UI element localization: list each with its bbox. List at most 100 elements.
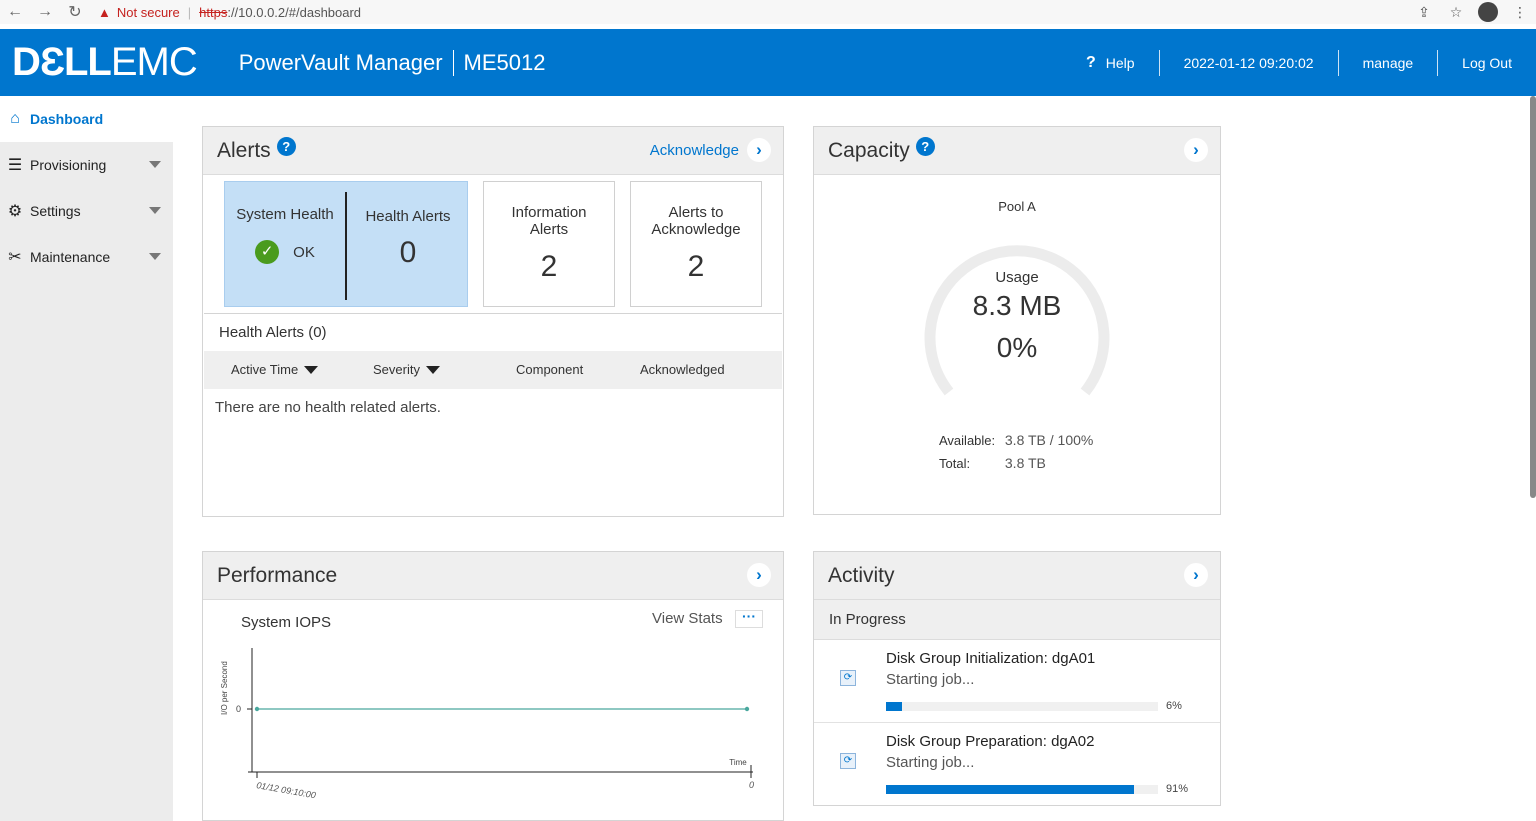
activity-job[interactable]: ⟳ Disk Group Initialization: dgA01 Start… bbox=[814, 640, 1220, 722]
job-progress-bar bbox=[886, 702, 1158, 711]
sidebar-item-provisioning[interactable]: ☰ Provisioning bbox=[0, 142, 173, 188]
usage-label: Usage bbox=[995, 269, 1039, 286]
alerts-panel: Alerts ? Acknowledge › System Health ✓ O… bbox=[202, 126, 784, 517]
total-value: 3.8 TB bbox=[1004, 455, 1046, 471]
page-scrollbar[interactable] bbox=[1530, 96, 1536, 498]
help-label: Help bbox=[1105, 54, 1135, 71]
y-tick-label: 0 bbox=[236, 704, 241, 714]
acknowledge-link[interactable]: Acknowledge bbox=[650, 142, 739, 159]
column-acknowledged[interactable]: Acknowledged bbox=[640, 362, 725, 377]
column-active-time[interactable]: Active Time bbox=[231, 362, 319, 377]
total-label: Total: bbox=[939, 456, 971, 471]
browser-toolbar: ← → ↻ ▲ Not secure | https://10.0.0.2/#/… bbox=[0, 0, 1536, 24]
share-icon[interactable]: ⇪ bbox=[1408, 4, 1440, 21]
health-alerts-table-title: Health Alerts (0) bbox=[204, 313, 782, 351]
chevron-down-icon bbox=[149, 161, 161, 168]
job-title: Disk Group Preparation: dgA02 bbox=[886, 733, 1095, 750]
column-label: Severity bbox=[373, 362, 420, 377]
chevron-right-icon[interactable]: › bbox=[1184, 138, 1208, 162]
reload-icon[interactable]: ↻ bbox=[60, 2, 90, 22]
header-divider bbox=[452, 49, 454, 76]
view-stats-label: View Stats bbox=[652, 610, 723, 627]
more-options-button[interactable]: ··· bbox=[735, 609, 763, 628]
header-separator bbox=[1337, 49, 1339, 76]
alerts-to-acknowledge-count: 2 bbox=[687, 250, 705, 283]
column-label: Active Time bbox=[231, 362, 299, 377]
home-icon: ⌂ bbox=[10, 110, 20, 127]
health-summary-tile[interactable]: System Health ✓ OK Health Alerts 0 bbox=[224, 181, 468, 307]
health-alerts-label: Health Alerts bbox=[365, 208, 451, 225]
usage-value: 8.3 MB bbox=[972, 290, 1062, 321]
url-scheme: https bbox=[199, 4, 228, 20]
star-icon[interactable]: ☆ bbox=[1440, 4, 1472, 21]
total-row: Total: 3.8 TB bbox=[939, 455, 1046, 471]
system-health-value: OK bbox=[293, 243, 315, 261]
job-status: Starting job... bbox=[886, 671, 975, 688]
column-label: Component bbox=[516, 362, 584, 377]
sidebar-item-label: Provisioning bbox=[30, 157, 107, 173]
capacity-title: Capacity bbox=[828, 138, 910, 162]
header-separator bbox=[1158, 49, 1160, 76]
column-component[interactable]: Component bbox=[516, 362, 583, 377]
health-alerts-table-header: Active Time Severity Component Acknowled… bbox=[204, 351, 782, 389]
information-alerts-count: 2 bbox=[540, 250, 558, 283]
dell-emc-logo: DƐLLEMC bbox=[12, 40, 198, 84]
performance-header: Performance › bbox=[203, 552, 783, 600]
column-label: Acknowledged bbox=[640, 362, 725, 377]
job-progress-percent: 91% bbox=[1166, 783, 1189, 795]
activity-header: Activity › bbox=[814, 552, 1220, 600]
sidebar-item-maintenance[interactable]: ✂ Maintenance bbox=[0, 234, 173, 280]
database-icon: ☰ bbox=[7, 157, 23, 174]
available-value: 3.8 TB / 100% bbox=[1004, 432, 1094, 448]
header-datetime: 2022-01-12 09:20:02 bbox=[1183, 54, 1314, 71]
sidebar-item-settings[interactable]: ⚙ Settings bbox=[0, 188, 173, 234]
back-icon[interactable]: ← bbox=[0, 3, 30, 21]
usage-percent: 0% bbox=[996, 332, 1038, 363]
health-alerts-count: 0 bbox=[399, 236, 417, 269]
alerts-to-acknowledge-tile[interactable]: Alerts to Acknowledge 2 bbox=[630, 181, 762, 307]
chevron-down-icon bbox=[149, 253, 161, 260]
in-progress-header: In Progress bbox=[814, 600, 1220, 640]
address-bar[interactable]: ▲ Not secure | https://10.0.0.2/#/dashbo… bbox=[90, 0, 361, 24]
chevron-right-icon[interactable]: › bbox=[747, 138, 771, 162]
sidebar-item-label: Maintenance bbox=[30, 249, 111, 265]
column-severity[interactable]: Severity bbox=[373, 362, 440, 377]
performance-panel: Performance › System IOPS View Stats ···… bbox=[202, 551, 784, 821]
chevron-right-icon[interactable]: › bbox=[747, 563, 771, 587]
user-menu[interactable]: manage bbox=[1339, 55, 1438, 71]
logout-link[interactable]: Log Out bbox=[1438, 55, 1536, 71]
job-icon: ⟳ bbox=[840, 670, 856, 686]
chart-title: System IOPS bbox=[241, 614, 332, 631]
job-progress-bar bbox=[886, 785, 1158, 794]
x-axis-label: Time bbox=[729, 758, 747, 767]
information-alerts-tile[interactable]: Information Alerts 2 bbox=[483, 181, 615, 307]
sort-down-icon bbox=[425, 365, 440, 374]
app-header: DƐLLEMC PowerVault Manager ME5012 ? Help… bbox=[0, 29, 1536, 96]
sidebar-item-dashboard[interactable]: ⌂ Dashboard bbox=[0, 96, 173, 142]
kebab-menu-icon[interactable]: ⋮ bbox=[1504, 4, 1536, 21]
not-secure-label: Not secure bbox=[116, 4, 180, 20]
system-iops-chart: I/O per Second 0 Time 01/12 09:10:00 0 bbox=[220, 648, 754, 800]
header-separator bbox=[1437, 49, 1439, 76]
help-icon[interactable]: ? bbox=[276, 137, 296, 156]
available-label: Available: bbox=[939, 433, 996, 448]
alerts-header: Alerts ? Acknowledge › bbox=[203, 127, 783, 175]
data-point bbox=[744, 706, 750, 712]
system-health-status: ✓ OK bbox=[225, 240, 345, 264]
url-path: ://10.0.0.2/#/dashboard bbox=[227, 4, 362, 20]
performance-title: Performance bbox=[217, 563, 338, 587]
profile-avatar-icon[interactable] bbox=[1478, 2, 1498, 22]
job-status: Starting job... bbox=[886, 754, 975, 771]
forward-icon[interactable]: → bbox=[30, 3, 60, 21]
system-health-label: System Health bbox=[236, 206, 334, 223]
activity-job[interactable]: ⟳ Disk Group Preparation: dgA02 Starting… bbox=[814, 723, 1220, 805]
chevron-right-icon[interactable]: › bbox=[1184, 563, 1208, 587]
x-tick-label-end: 0 bbox=[749, 780, 754, 790]
model-name: ME5012 bbox=[463, 49, 546, 75]
product-name: PowerVault Manager bbox=[238, 49, 443, 75]
help-link[interactable]: ? Help bbox=[1062, 54, 1159, 72]
activity-panel: Activity › In Progress ⟳ Disk Group Init… bbox=[813, 551, 1221, 806]
check-circle-icon: ✓ bbox=[255, 240, 280, 264]
gear-icon: ⚙ bbox=[7, 203, 23, 220]
help-icon[interactable]: ? bbox=[915, 137, 935, 156]
